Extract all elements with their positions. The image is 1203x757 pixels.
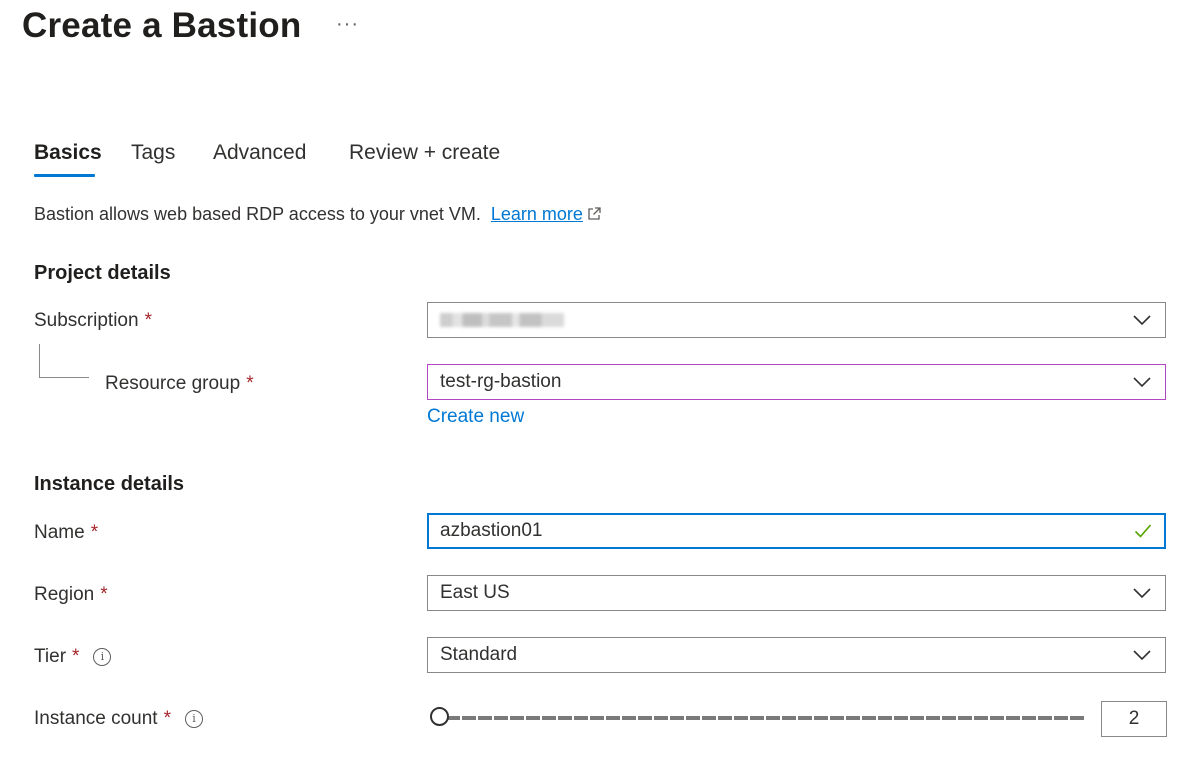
name-label-text: Name [34,522,85,543]
tree-connector [39,344,40,378]
tab-review-create[interactable]: Review + create [349,139,500,167]
required-marker: * [90,522,99,543]
subscription-select[interactable] [427,302,1166,338]
resource-group-select[interactable]: test-rg-bastion [427,364,1166,400]
chevron-down-icon [1133,315,1151,326]
resource-group-label-text: Resource group [105,373,241,394]
more-options-button[interactable]: ··· [336,14,359,34]
region-value: East US [440,582,510,603]
tier-label-text: Tier [34,646,67,667]
name-label: Name * [34,521,98,545]
chevron-down-icon [1133,650,1151,661]
redacted-subscription-value [440,312,564,327]
create-new-link[interactable]: Create new [427,405,524,429]
name-value: azbastion01 [440,520,543,541]
learn-more-label: Learn more [490,204,583,224]
subscription-label: Subscription * [34,309,152,333]
tier-select[interactable]: Standard [427,637,1166,673]
required-marker: * [246,373,254,394]
description: Bastion allows web based RDP access to y… [34,202,601,226]
learn-more-link[interactable]: Learn more [491,204,583,224]
instance-count-slider-track[interactable] [446,716,1084,720]
required-marker: * [163,708,171,729]
chevron-down-icon [1133,588,1151,599]
region-label: Region * [34,583,108,607]
resource-group-label: Resource group * [105,372,254,396]
tab-tags[interactable]: Tags [131,139,175,167]
chevron-down-icon [1133,377,1151,388]
checkmark-icon [1134,524,1152,538]
instance-count-input[interactable]: 2 [1101,701,1167,737]
external-link-icon [588,207,601,220]
tab-basics[interactable]: Basics [34,139,102,167]
required-marker: * [144,310,152,331]
instance-details-heading: Instance details [34,473,185,495]
description-text: Bastion allows web based RDP access to y… [34,204,481,224]
instance-count-label: Instance count * i [34,707,203,731]
subscription-label-text: Subscription [34,310,139,331]
required-marker: * [72,646,80,667]
resource-group-value: test-rg-bastion [440,371,562,392]
instance-count-label-text: Instance count [34,708,158,729]
region-label-text: Region [34,584,95,605]
active-tab-indicator [34,174,95,177]
info-icon[interactable]: i [93,648,112,666]
info-icon[interactable]: i [185,710,203,728]
tier-value: Standard [440,644,518,665]
tab-advanced[interactable]: Advanced [213,139,306,167]
instance-count-slider-thumb[interactable] [430,707,449,726]
page-title: Create a Bastion [22,6,302,45]
required-marker: * [100,584,108,605]
region-select[interactable]: East US [427,575,1166,611]
project-details-heading: Project details [34,262,171,284]
name-input[interactable]: azbastion01 [427,513,1166,549]
tree-connector-horizontal [39,377,89,378]
tier-label: Tier * i [34,645,112,669]
